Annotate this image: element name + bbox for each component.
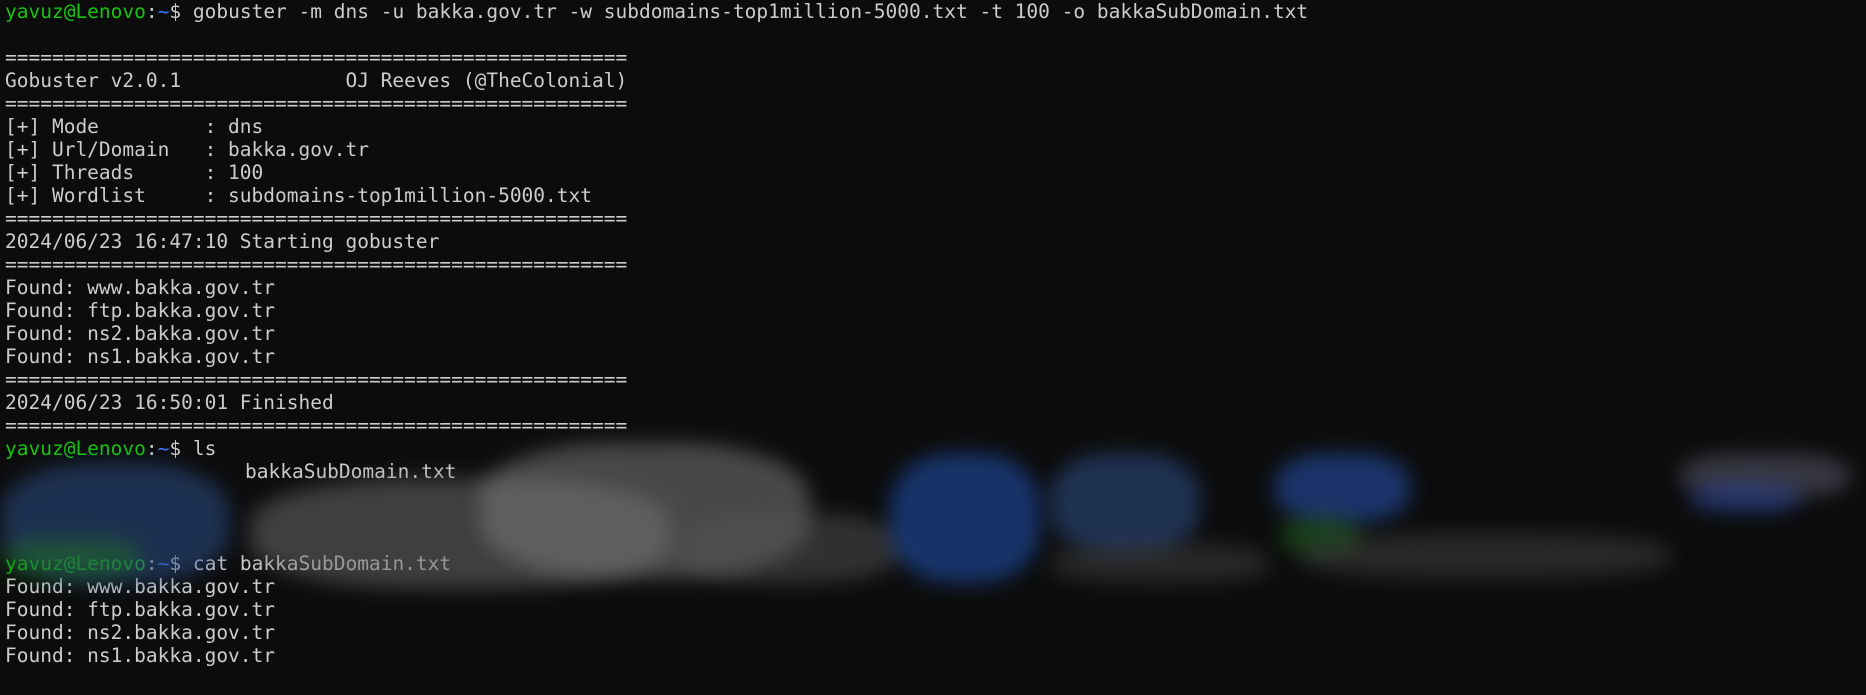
terminal-window[interactable]: yavuz@Lenovo:~$ gobuster -m dns -u bakka… xyxy=(0,0,1866,695)
command-line-gobuster: yavuz@Lenovo:~$ gobuster -m dns -u bakka… xyxy=(5,0,1866,23)
separator-line: ========================================… xyxy=(5,414,628,437)
prompt-symbol: $ xyxy=(169,552,193,575)
separator-line: ========================================… xyxy=(5,207,628,230)
cat-output-line: Found: ftp.bakka.gov.tr xyxy=(5,598,276,621)
ls-output-file: bakkaSubDomain.txt xyxy=(245,460,457,483)
command-text: gobuster -m dns -u bakka.gov.tr -w subdo… xyxy=(192,0,1309,23)
config-line-domain: [+] Url/Domain : bakka.gov.tr xyxy=(5,138,369,161)
config-line-mode: [+] Mode : dns xyxy=(5,115,264,138)
prompt-user: yavuz@Lenovo xyxy=(5,552,146,575)
command-text: ls xyxy=(192,437,217,460)
prompt-user: yavuz@Lenovo xyxy=(5,437,146,460)
prompt-symbol: $ xyxy=(169,0,193,23)
start-line: 2024/06/23 16:47:10 Starting gobuster xyxy=(5,230,440,253)
prompt-path: ~ xyxy=(157,0,170,23)
prompt-separator: : xyxy=(145,552,158,575)
prompt-separator: : xyxy=(145,0,158,23)
found-line: Found: www.bakka.gov.tr xyxy=(5,276,276,299)
cat-output-line: Found: ns2.bakka.gov.tr xyxy=(5,621,276,644)
prompt-symbol: $ xyxy=(169,437,193,460)
banner-line: Gobuster v2.0.1 OJ Reeves (@TheColonial) xyxy=(5,69,628,92)
prompt-separator: : xyxy=(145,437,158,460)
found-line: Found: ns1.bakka.gov.tr xyxy=(5,345,276,368)
prompt-path: ~ xyxy=(157,437,170,460)
found-line: Found: ns2.bakka.gov.tr xyxy=(5,322,276,345)
command-line-cat: yavuz@Lenovo:~$ cat bakkaSubDomain.txt xyxy=(5,552,1866,575)
found-line: Found: ftp.bakka.gov.tr xyxy=(5,299,276,322)
prompt-user: yavuz@Lenovo xyxy=(5,0,146,23)
cat-output-line: Found: ns1.bakka.gov.tr xyxy=(5,644,276,667)
config-line-wordlist: [+] Wordlist : subdomains-top1million-50… xyxy=(5,184,592,207)
ls-output-line: bakkaSubDomain.txt xyxy=(5,460,1866,483)
separator-line: ========================================… xyxy=(5,368,628,391)
command-line-ls: yavuz@Lenovo:~$ ls xyxy=(5,437,1866,460)
finish-line: 2024/06/23 16:50:01 Finished xyxy=(5,391,334,414)
command-text: cat bakkaSubDomain.txt xyxy=(192,552,452,575)
prompt-path: ~ xyxy=(157,552,170,575)
separator-line: ========================================… xyxy=(5,46,628,69)
cat-output-line: Found: www.bakka.gov.tr xyxy=(5,575,276,598)
separator-line: ========================================… xyxy=(5,253,628,276)
separator-line: ========================================… xyxy=(5,92,628,115)
config-line-threads: [+] Threads : 100 xyxy=(5,161,264,184)
